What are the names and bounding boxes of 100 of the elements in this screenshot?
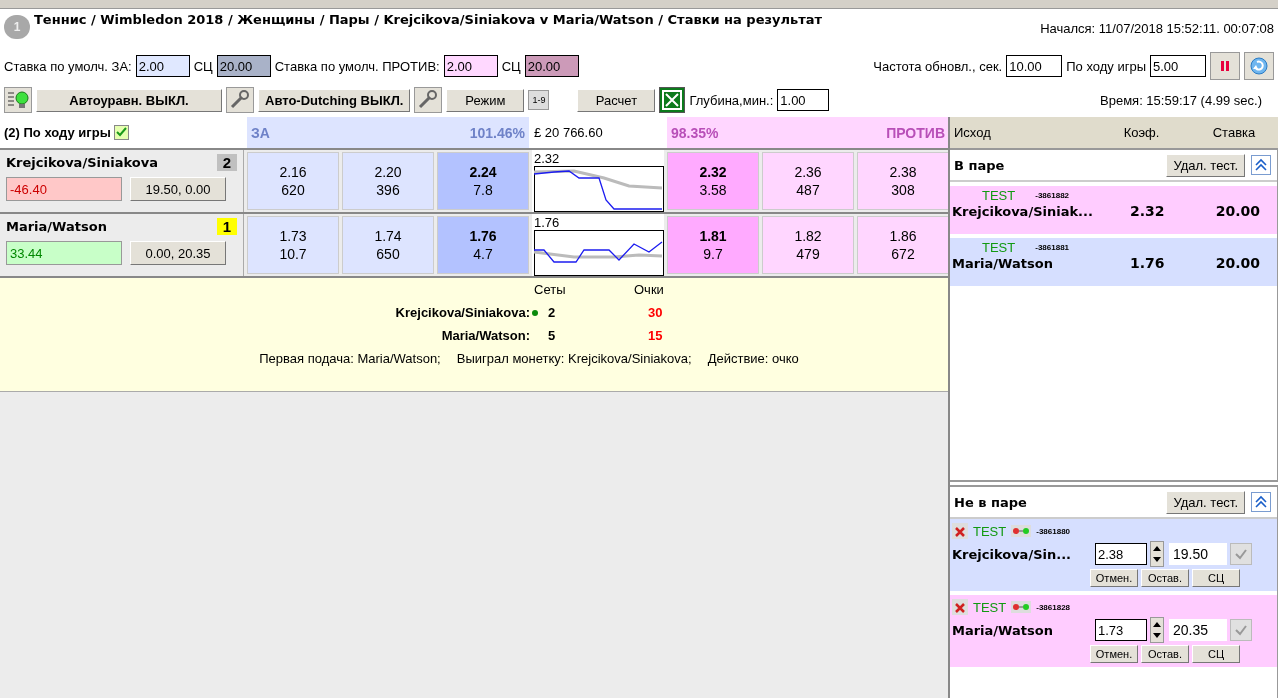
status-lights-icon: [1011, 525, 1032, 537]
lay-price-cell[interactable]: 1.86 672: [857, 216, 949, 274]
matched-amount: £ 20 766.60: [534, 125, 603, 140]
market-title: Теннис / Wimbledon 2018 / Женщины / Пары / Krejcikova/Siniakova v Maria/Watson / Ставки на результат: [34, 12, 824, 28]
bet-id: -3861881: [1035, 243, 1070, 252]
autobalance-button[interactable]: Автоуравн. ВЫКЛ.: [36, 88, 222, 112]
calc-button[interactable]: Расчет: [577, 88, 656, 112]
back-stake-field[interactable]: 2.00: [135, 55, 190, 77]
back-label: ЗА: [251, 124, 270, 141]
status-lights-icon: [1011, 601, 1032, 613]
refresh-icon: [1249, 56, 1269, 76]
match-fact: Выиграл монетку: Krejcikova/Siniakova;: [456, 351, 692, 366]
test-tag: TEST: [982, 240, 1016, 255]
inplay-rate-label: По ходу игры: [1066, 58, 1146, 74]
stake-field[interactable]: 20.35: [1169, 619, 1227, 641]
lay-percent: 98.35%: [671, 124, 719, 141]
odds-field[interactable]: 2.38: [1095, 543, 1147, 565]
lay-price-cell[interactable]: 2.38 308: [857, 152, 949, 210]
refresh-rate-label: Частота обновл., сек.: [873, 58, 1003, 74]
confirm-check-icon[interactable]: [1230, 619, 1252, 641]
column-header: Ставка: [1211, 125, 1257, 140]
inplay-rate-field[interactable]: 5.00: [1150, 55, 1206, 77]
stakes-button[interactable]: 19.50, 0.00: [130, 177, 226, 201]
delete-test-button[interactable]: Удал. тест.: [1166, 490, 1245, 514]
stake-field[interactable]: 19.50: [1169, 543, 1227, 565]
profit-loss: 33.44: [6, 241, 122, 265]
cancel-icon[interactable]: [952, 523, 968, 539]
inplay-checkbox[interactable]: [113, 125, 129, 140]
section-title: Не в паре: [954, 494, 1027, 510]
auto-dutching-button[interactable]: Авто-Dutching ВЫКЛ.: [258, 88, 411, 112]
lay-price-cell[interactable]: 2.36 487: [762, 152, 854, 210]
bet-action-button[interactable]: Остав.: [1141, 569, 1189, 587]
lay-sc-field[interactable]: 20.00: [524, 55, 579, 77]
back-price-cell[interactable]: 2.16 620: [247, 152, 339, 210]
bet-action-button[interactable]: СЦ: [1192, 645, 1240, 663]
bet-stake: 20.00: [1214, 203, 1260, 219]
refresh-button[interactable]: [1244, 52, 1274, 80]
refresh-rate-field[interactable]: 10.00: [1006, 55, 1063, 77]
depth-field[interactable]: 1.00: [777, 89, 830, 111]
mode-button[interactable]: Режим: [446, 88, 525, 112]
runner-number: 1: [216, 218, 237, 235]
delete-test-button[interactable]: Удал. тест.: [1166, 153, 1245, 177]
collapse-icon[interactable]: [1251, 492, 1271, 512]
bet-stake: 20.00: [1214, 255, 1260, 271]
lay-stake-label: Ставка по умолч. ПРОТИВ:: [274, 58, 440, 74]
clock-text: Время: 15:59:17 (4.99 sec.): [1100, 92, 1262, 108]
lay-price-cell[interactable]: 1.81 9.7: [667, 216, 759, 274]
test-tag: TEST: [982, 188, 1016, 203]
bet-id: -3861880: [1036, 526, 1071, 536]
odds-field[interactable]: 1.73: [1095, 619, 1147, 641]
runner-name: Krejcikova/Siniakova: [6, 155, 158, 170]
back-price-cell[interactable]: 1.76 4.7: [437, 216, 529, 274]
test-tag: TEST: [973, 523, 1007, 539]
rules-bulb-icon[interactable]: [4, 87, 32, 113]
team-name: Maria/Watson:: [440, 328, 530, 343]
bet-runner: Maria/Watson: [952, 255, 1054, 271]
bet-action-button[interactable]: Остав.: [1141, 645, 1189, 663]
stakes-button[interactable]: 0.00, 20.35: [130, 241, 226, 265]
column-header: Исход: [954, 125, 992, 140]
spreadsheet-icon[interactable]: [659, 87, 686, 113]
runner-name: Maria/Watson: [6, 219, 107, 234]
back-price-cell[interactable]: 2.24 7.8: [437, 152, 529, 210]
spinner-icon[interactable]: [1150, 617, 1164, 643]
lay-price-cell[interactable]: 2.32 3.58: [667, 152, 759, 210]
column-header: Коэф.: [1122, 125, 1161, 140]
match-fact: Первая подача: Maria/Watson;: [259, 351, 441, 366]
depth-label: Глубина,мин.:: [689, 92, 774, 108]
bet-action-button[interactable]: СЦ: [1192, 569, 1240, 587]
match-fact: Действие: очко: [707, 351, 799, 366]
cancel-icon[interactable]: [952, 599, 968, 615]
test-tag: TEST: [973, 599, 1007, 615]
bet-action-button[interactable]: Отмен.: [1090, 645, 1138, 663]
matched-bet[interactable]: TEST -3861881 Maria/Watson 1.76 20.00: [950, 238, 1277, 286]
back-stake-label: Ставка по умолч. ЗА:: [4, 58, 132, 74]
bet-runner: Maria/Watson: [952, 622, 1054, 638]
lay-sc-label: СЦ: [501, 58, 521, 74]
confirm-check-icon[interactable]: [1230, 543, 1252, 565]
bet-action-button[interactable]: Отмен.: [1090, 569, 1138, 587]
back-sc-label: СЦ: [193, 58, 213, 74]
back-price-cell[interactable]: 1.73 10.7: [247, 216, 339, 274]
matched-bet[interactable]: TEST -3861882 Krejcikova/Siniak... 2.32 20.00: [950, 186, 1277, 234]
sets-value: 2: [548, 305, 557, 320]
points-value: 30: [648, 305, 664, 320]
start-time: Начался: 11/07/2018 15:52:11. 00:07:08: [1040, 21, 1274, 36]
collapse-icon[interactable]: [1251, 155, 1271, 175]
last-price: 2.32: [534, 152, 561, 166]
bet-id: -3861828: [1036, 602, 1071, 612]
pause-button[interactable]: [1210, 52, 1240, 80]
lay-price-cell[interactable]: 1.82 479: [762, 216, 854, 274]
last-price: 1.76: [534, 216, 561, 230]
back-sc-field[interactable]: 20.00: [216, 55, 271, 77]
market-inplay-label: (2) По ходу игры: [4, 125, 111, 140]
bet-runner: Krejcikova/Sin...: [952, 546, 1073, 562]
ladder-icon[interactable]: 1-9: [528, 90, 550, 110]
back-price-cell[interactable]: 2.20 396: [342, 152, 434, 210]
spinner-icon[interactable]: [1150, 541, 1164, 567]
back-price-cell[interactable]: 1.74 650: [342, 216, 434, 274]
team-name: Krejcikova/Siniakova:: [394, 305, 530, 320]
sets-value: 5: [548, 328, 557, 343]
lay-stake-field[interactable]: 2.00: [443, 55, 498, 77]
